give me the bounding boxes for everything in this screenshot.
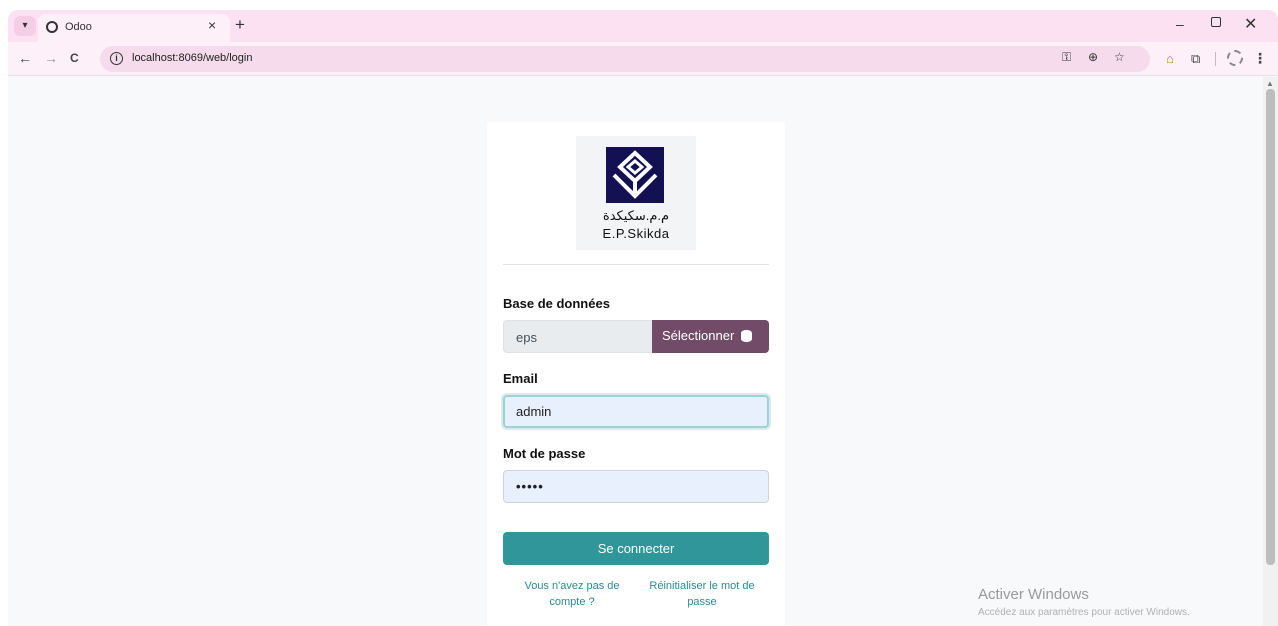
browser-toolbar: ← → C i localhost:8069/web/login ⚿ ⊕ ☆ ⌂… [8, 42, 1278, 76]
windows-activation-title: Activer Windows [978, 586, 1089, 603]
reload-button[interactable]: C [70, 51, 79, 65]
extension-icon[interactable]: ⌂ [1166, 51, 1174, 66]
chevron-down-icon[interactable]: ▾ [14, 16, 36, 36]
zoom-icon[interactable]: ⊕ [1088, 50, 1098, 64]
scroll-up-icon[interactable]: ▲ [1266, 79, 1274, 88]
email-field[interactable]: admin [501, 393, 771, 430]
browser-window: ▾ Odoo × + – ✕ ← → C i localhost:8069/we… [8, 10, 1278, 626]
vertical-scrollbar[interactable]: ▲ [1263, 77, 1278, 626]
puzzle-icon[interactable]: ⧉ [1191, 51, 1200, 67]
close-window-button[interactable]: ✕ [1244, 14, 1257, 34]
url-text[interactable]: localhost:8069/web/login [132, 52, 252, 64]
minimize-button[interactable]: – [1176, 16, 1184, 32]
forward-button[interactable]: → [44, 50, 58, 66]
address-bar[interactable]: i localhost:8069/web/login ⚿ ⊕ ☆ [100, 46, 1150, 72]
profile-icon[interactable] [1227, 50, 1243, 66]
site-info-icon[interactable]: i [110, 52, 123, 65]
password-field[interactable]: ••••• [503, 470, 769, 503]
database-input: eps [503, 320, 653, 353]
logo-arabic-text: م.م.سكيكدة [602, 208, 670, 223]
tab-title: Odoo [65, 21, 92, 33]
tab-bar: ▾ Odoo × + – ✕ [8, 10, 1278, 42]
select-database-button[interactable]: Sélectionner [652, 320, 769, 353]
back-button[interactable]: ← [18, 50, 32, 66]
star-icon[interactable]: ☆ [1114, 50, 1125, 64]
logo-latin-text: E.P.Skikda [602, 226, 670, 241]
odoo-favicon-icon [46, 21, 58, 33]
windows-activation-subtitle: Accédez aux paramètres pour activer Wind… [978, 607, 1190, 618]
database-label: Base de données [503, 296, 610, 311]
select-database-label: Sélectionner [662, 328, 735, 343]
tab-close-icon[interactable]: × [208, 17, 216, 33]
password-label: Mot de passe [503, 446, 586, 461]
company-logo: م.م.سكيكدة E.P.Skikda [576, 136, 696, 250]
login-button[interactable]: Se connecter [503, 532, 769, 565]
database-icon [740, 330, 752, 342]
reset-password-link[interactable]: Réinitialiser le mot de passe [642, 578, 762, 610]
login-card: م.م.سكيكدة E.P.Skikda Base de données ep… [487, 122, 785, 626]
toolbar-separator [1215, 52, 1216, 66]
new-tab-button[interactable]: + [235, 15, 245, 35]
maximize-button[interactable] [1211, 17, 1221, 27]
email-label: Email [503, 371, 538, 386]
menu-dots-icon[interactable]: ⋮ [1253, 50, 1267, 67]
scroll-thumb[interactable] [1266, 89, 1275, 565]
logo-mark-icon [606, 147, 664, 203]
divider [503, 264, 769, 265]
page-viewport: م.م.سكيكدة E.P.Skikda Base de données ep… [8, 77, 1278, 626]
tab-odoo[interactable]: Odoo × [38, 14, 230, 42]
key-icon[interactable]: ⚿ [1062, 50, 1071, 65]
signup-link[interactable]: Vous n'avez pas de compte ? [512, 578, 632, 610]
